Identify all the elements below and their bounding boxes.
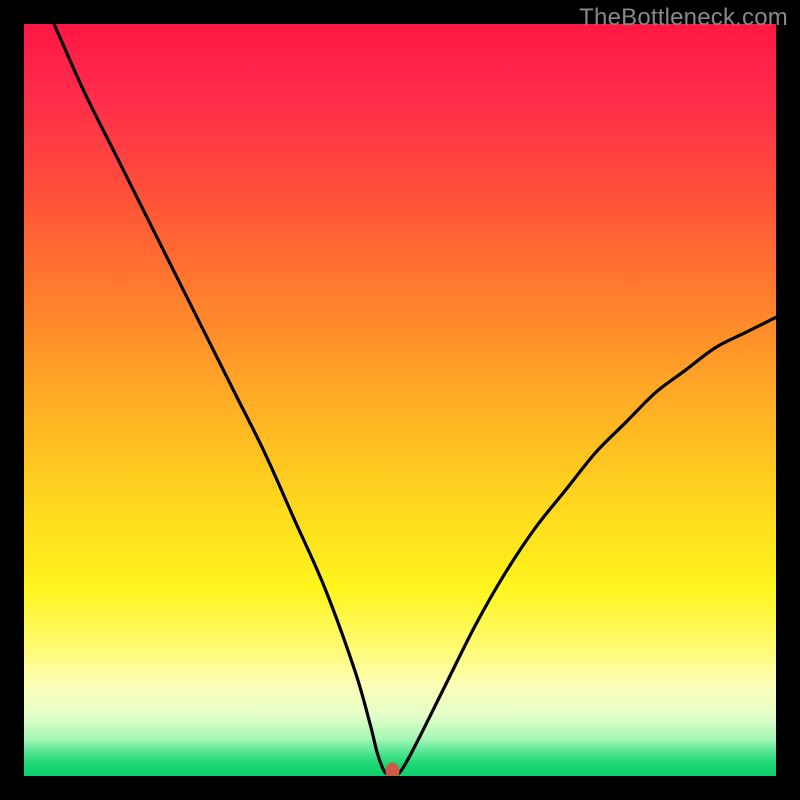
minimum-marker	[385, 762, 399, 776]
plot-area	[24, 24, 776, 776]
curve-svg	[24, 24, 776, 776]
watermark-text: TheBottleneck.com	[579, 4, 788, 32]
chart-frame: TheBottleneck.com	[0, 0, 800, 800]
bottleneck-curve	[54, 24, 776, 774]
